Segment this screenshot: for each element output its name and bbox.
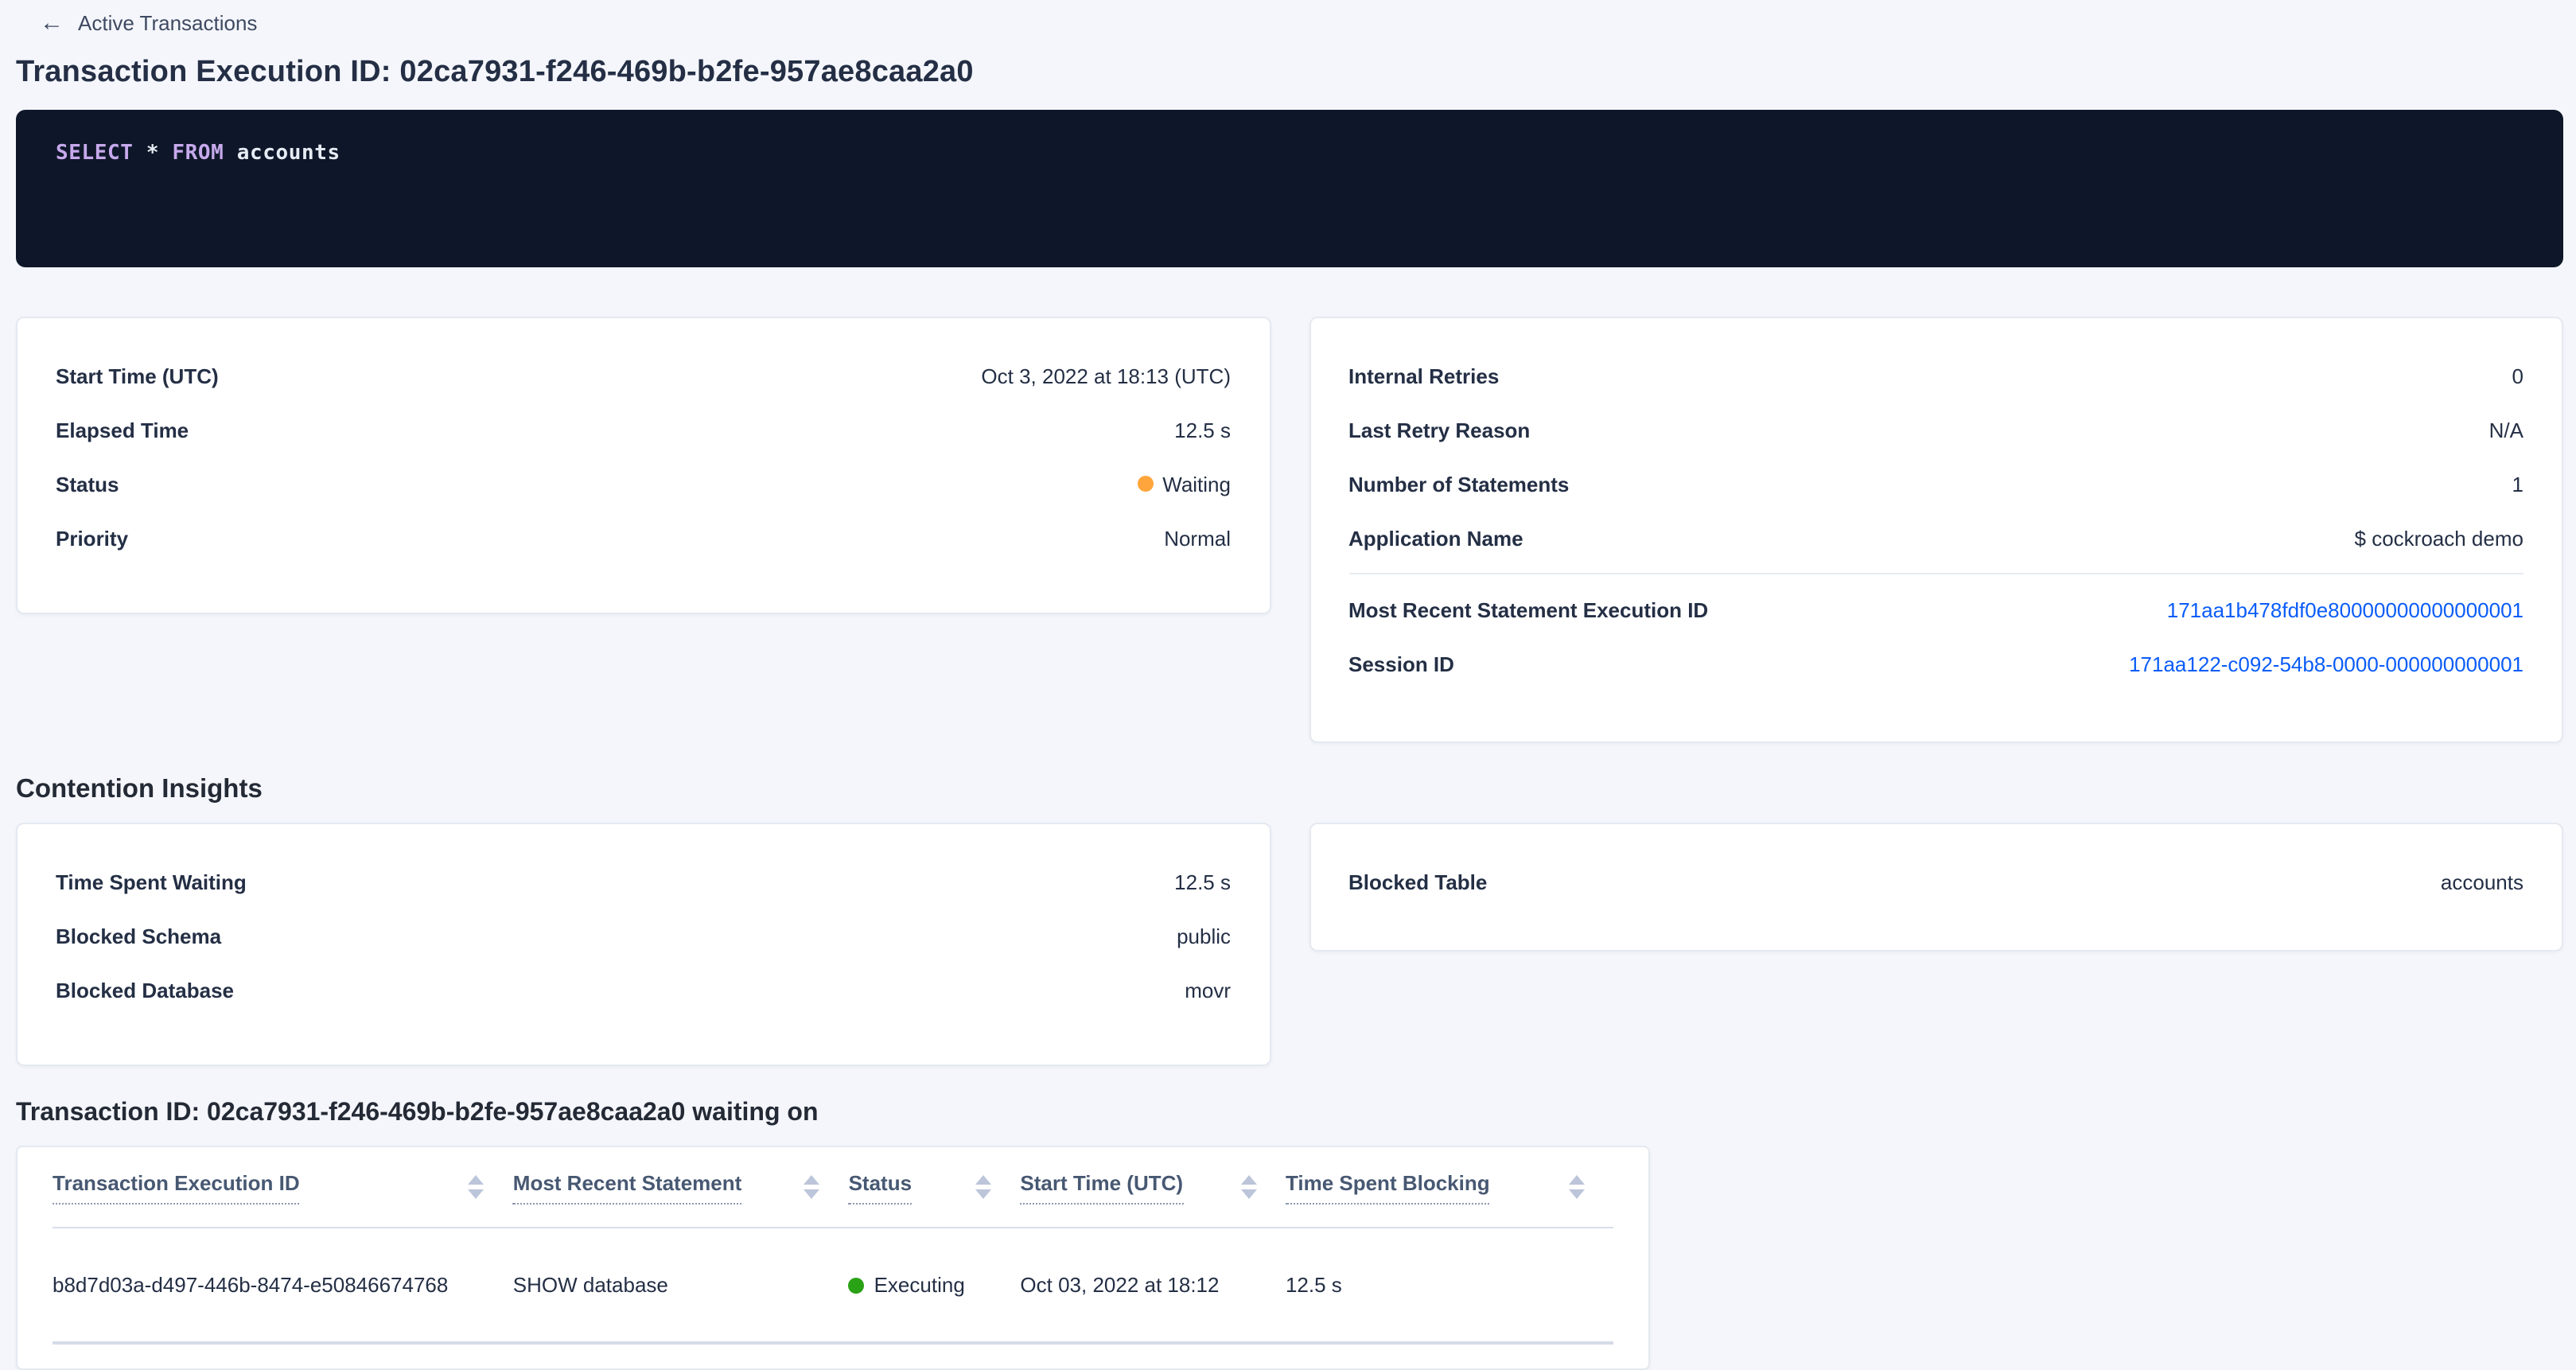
- column-header-most-recent-statement[interactable]: Most Recent Statement: [513, 1147, 849, 1228]
- contention-left-card: Time Spent Waiting 12.5 s Blocked Schema…: [16, 823, 1270, 1066]
- sql-statement-box: SELECT * FROM accounts: [16, 110, 2563, 267]
- number-of-statements-label: Number of Statements: [1348, 472, 1569, 496]
- contention-insights-heading: Contention Insights: [16, 775, 2563, 805]
- sql-keyword-select: SELECT: [56, 142, 134, 165]
- cell-time-spent-blocking: 12.5 s: [1286, 1228, 1613, 1343]
- priority-label: Priority: [56, 526, 128, 550]
- row-session-id: Session ID 171aa122-c092-54b8-0000-00000…: [1348, 636, 2523, 691]
- contention-right-card: Blocked Table accounts: [1309, 823, 2563, 952]
- cell-transaction-execution-id: b8d7d03a-d497-446b-8474-e50846674768: [53, 1228, 513, 1343]
- statement-execution-id-link[interactable]: 171aa1b478fdf0e80000000000000001: [2167, 597, 2523, 621]
- blocked-table-label: Blocked Table: [1348, 870, 1487, 893]
- back-arrow-icon[interactable]: ←: [40, 11, 64, 35]
- transaction-details-page: ← Active Transactions Transaction Execut…: [0, 0, 2576, 1365]
- blocked-database-label: Blocked Database: [56, 978, 234, 1002]
- elapsed-time-value: 12.5 s: [1174, 418, 1231, 442]
- cell-most-recent-statement: SHOW database: [513, 1228, 849, 1343]
- start-time-label: Start Time (UTC): [56, 364, 219, 387]
- statement-execution-id-label: Most Recent Statement Execution ID: [1348, 597, 1708, 621]
- row-elapsed-time: Elapsed Time 12.5 s: [56, 403, 1231, 457]
- number-of-statements-value: 1: [2512, 472, 2523, 496]
- row-blocked-database: Blocked Database movr: [56, 963, 1231, 1017]
- application-name-value: $ cockroach demo: [2355, 526, 2523, 550]
- column-header-transaction-execution-id[interactable]: Transaction Execution ID: [53, 1147, 513, 1228]
- internal-retries-value: 0: [2512, 364, 2523, 387]
- row-last-retry-reason: Last Retry Reason N/A: [1348, 403, 2523, 457]
- sort-icon[interactable]: [469, 1175, 484, 1199]
- sort-icon[interactable]: [975, 1175, 991, 1199]
- column-header-status[interactable]: Status: [849, 1147, 1021, 1228]
- status-waiting-dot-icon: [1137, 476, 1153, 492]
- column-header-start-time[interactable]: Start Time (UTC): [1020, 1147, 1286, 1228]
- row-start-time: Start Time (UTC) Oct 3, 2022 at 18:13 (U…: [56, 348, 1231, 403]
- last-retry-reason-value: N/A: [2489, 418, 2523, 442]
- sort-icon[interactable]: [1241, 1175, 1257, 1199]
- row-number-of-statements: Number of Statements 1: [1348, 457, 2523, 511]
- table-header-row: Transaction Execution ID Most Recent Sta…: [53, 1147, 1613, 1228]
- row-status: Status Waiting: [56, 457, 1231, 511]
- session-id-link[interactable]: 171aa122-c092-54b8-0000-000000000001: [2129, 652, 2523, 675]
- cell-start-time: Oct 03, 2022 at 18:12: [1020, 1228, 1286, 1343]
- waiting-transactions-table-card: Transaction Execution ID Most Recent Sta…: [16, 1146, 1650, 1370]
- row-blocked-schema: Blocked Schema public: [56, 909, 1231, 963]
- cell-status: Executing: [849, 1228, 1021, 1343]
- row-internal-retries: Internal Retries 0: [1348, 348, 2523, 403]
- session-id-label: Session ID: [1348, 652, 1454, 675]
- column-header-time-spent-blocking[interactable]: Time Spent Blocking: [1286, 1147, 1613, 1228]
- blocked-table-value: accounts: [2441, 870, 2523, 893]
- table-row: b8d7d03a-d497-446b-8474-e50846674768 SHO…: [53, 1228, 1613, 1343]
- elapsed-time-label: Elapsed Time: [56, 418, 189, 442]
- blocked-schema-label: Blocked Schema: [56, 924, 221, 948]
- sql-keyword-from: FROM: [172, 142, 224, 165]
- waiting-transactions-table: Transaction Execution ID Most Recent Sta…: [53, 1147, 1613, 1345]
- waiting-on-heading: Transaction ID: 02ca7931-f246-469b-b2fe-…: [16, 1100, 2563, 1128]
- internal-retries-label: Internal Retries: [1348, 364, 1499, 387]
- breadcrumb-label[interactable]: Active Transactions: [78, 11, 257, 35]
- blocked-schema-value: public: [1177, 924, 1231, 948]
- time-spent-waiting-value: 12.5 s: [1174, 870, 1231, 893]
- card-divider: [1348, 573, 2523, 574]
- sort-icon[interactable]: [804, 1175, 820, 1199]
- status-value: Waiting: [1162, 472, 1231, 496]
- sql-operator-star: *: [146, 142, 159, 165]
- start-time-value: Oct 3, 2022 at 18:13 (UTC): [981, 364, 1231, 387]
- row-application-name: Application Name $ cockroach demo: [1348, 511, 2523, 565]
- last-retry-reason-label: Last Retry Reason: [1348, 418, 1530, 442]
- status-badge: Waiting: [1137, 472, 1231, 496]
- application-name-label: Application Name: [1348, 526, 1523, 550]
- page-title: Transaction Execution ID: 02ca7931-f246-…: [16, 56, 2563, 91]
- blocked-database-value: movr: [1185, 978, 1231, 1002]
- row-priority: Priority Normal: [56, 511, 1231, 565]
- row-statement-execution-id: Most Recent Statement Execution ID 171aa…: [1348, 582, 2523, 636]
- time-spent-waiting-label: Time Spent Waiting: [56, 870, 247, 893]
- status-label: Status: [56, 472, 119, 496]
- priority-value: Normal: [1164, 526, 1231, 550]
- status-executing-dot-icon: [849, 1277, 865, 1293]
- sql-table-identifier: accounts: [237, 142, 340, 165]
- sort-icon[interactable]: [1569, 1175, 1585, 1199]
- overview-left-card: Start Time (UTC) Oct 3, 2022 at 18:13 (U…: [16, 317, 1270, 614]
- row-time-spent-waiting: Time Spent Waiting 12.5 s: [56, 854, 1231, 909]
- row-blocked-table: Blocked Table accounts: [1348, 854, 2523, 909]
- overview-right-card: Internal Retries 0 Last Retry Reason N/A…: [1309, 317, 2563, 743]
- breadcrumb[interactable]: ← Active Transactions: [40, 0, 257, 35]
